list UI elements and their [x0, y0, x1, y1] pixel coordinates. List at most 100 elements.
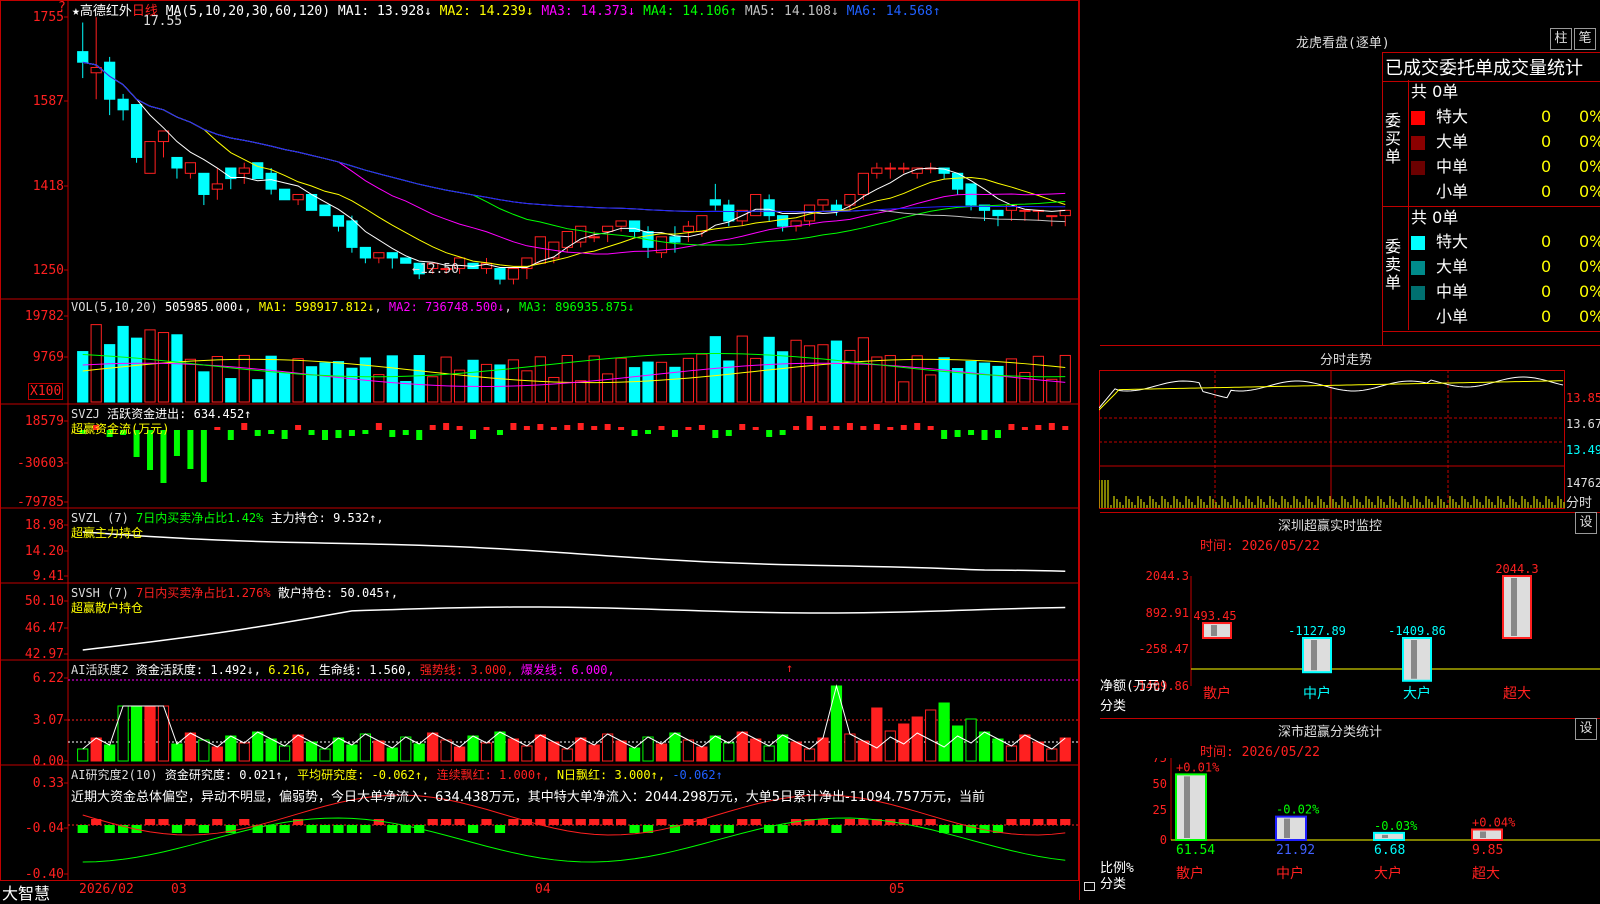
research-bar — [575, 819, 586, 825]
row-pct: 0% — [1579, 182, 1600, 201]
activity-bar — [777, 734, 789, 762]
candle-body — [696, 215, 708, 233]
svsh-label: SVSH (7) — [71, 586, 129, 600]
volume-bar — [790, 339, 802, 403]
line-mode-button[interactable]: 笔 — [1574, 28, 1596, 50]
candle-body — [77, 51, 89, 63]
research-bar — [1033, 819, 1044, 825]
intraday-tick-0: 13.85 — [1566, 391, 1600, 405]
research-bar — [239, 819, 250, 825]
research-bar — [737, 819, 748, 825]
class-value-label: 6.68 — [1374, 843, 1405, 858]
lhb-title: 龙虎看盘(逐单) — [1296, 36, 1390, 51]
fund-flow-bar — [483, 427, 490, 430]
research-bar — [723, 825, 734, 833]
fund-flow-bar — [389, 430, 396, 437]
candle-body — [279, 188, 291, 201]
activity-bar — [117, 705, 129, 762]
activity-bar — [857, 740, 869, 762]
activity-bar — [252, 731, 264, 762]
volume-bar — [507, 359, 520, 403]
row-name: 中单 — [1436, 157, 1469, 176]
color-swatch — [1411, 160, 1425, 175]
activity-bar — [588, 744, 600, 762]
fund-flow-bar — [496, 430, 503, 435]
stock-name: 高德红外 — [79, 4, 132, 19]
volume-bar — [925, 374, 937, 403]
vol-label: VOL(5,10,20) — [71, 300, 158, 314]
ai-research-label: AI研究度2(10) — [71, 768, 158, 782]
svzj-plot — [79, 416, 1069, 483]
class-change-label: +0.04% — [1472, 815, 1516, 829]
volume-bar — [615, 357, 627, 403]
activity-bar — [871, 707, 883, 762]
fund-flow-bar — [416, 430, 423, 440]
activity-bar — [507, 738, 520, 762]
intraday-vol-label: 分时 — [1566, 496, 1593, 511]
ai-active-v1: 资金活跃度: 1.492↓, — [135, 663, 261, 677]
y-tick: 3.07 — [33, 713, 64, 728]
row-value: 0 — [1541, 157, 1552, 176]
ai-active-plot — [68, 679, 1078, 762]
fund-flow-bar — [160, 430, 167, 483]
date-tick-2: 04 — [535, 882, 551, 897]
research-bar — [144, 819, 156, 825]
activity-bar — [925, 709, 937, 762]
volume-bar — [709, 336, 721, 403]
row-name: 特大 — [1436, 107, 1469, 126]
fund-flow-bar — [752, 427, 759, 430]
volume-bar — [90, 324, 102, 403]
candle-body — [884, 167, 896, 170]
candle-body — [319, 204, 331, 217]
candle-body — [534, 236, 546, 264]
chart-area[interactable]: 175515871418125019782976918579-30603-797… — [0, 0, 1080, 900]
help-icon[interactable]: ? — [58, 0, 66, 15]
volume-bar — [373, 374, 385, 403]
volume-bar — [211, 355, 223, 403]
research-bar — [104, 825, 115, 833]
activity-bar — [655, 743, 668, 762]
class-settings-button[interactable]: 设 — [1575, 718, 1597, 740]
activity-bar — [844, 733, 856, 762]
y-tick: 9769 — [33, 350, 64, 365]
volume-bar — [830, 340, 843, 403]
class-bar — [1373, 831, 1405, 841]
research-bar — [602, 819, 613, 825]
monitor-settings-button[interactable]: 设 — [1575, 512, 1597, 534]
svsh-pct: 7日内买卖净占比1.276% — [136, 586, 271, 600]
ai-research-v5: -0.062↑ — [672, 768, 723, 782]
fund-flow-bar — [429, 425, 436, 430]
candle-body — [763, 199, 775, 217]
volume-bar — [238, 354, 250, 403]
brand-logo[interactable]: 大智慧 — [2, 880, 50, 904]
vol-unit: X100 — [28, 383, 64, 400]
y-tick: 0.00 — [33, 754, 64, 769]
volume-bar — [77, 351, 89, 403]
fund-flow-bar — [241, 423, 248, 430]
y-tick: 6.22 — [33, 671, 64, 686]
research-bar — [346, 825, 358, 833]
activity-bar — [709, 735, 721, 762]
intraday-chart[interactable] — [1099, 370, 1600, 512]
fund-flow-bar — [322, 430, 328, 440]
date-tick-0: 2026/02 — [79, 882, 134, 897]
class-bar-shade — [1480, 831, 1486, 838]
y-axis-ticks: 175515871418125019782976918579-30603-797… — [17, 10, 68, 882]
row-name: 小单 — [1436, 307, 1469, 326]
activity-bar — [211, 746, 223, 762]
class-bar-shade — [1284, 818, 1290, 838]
candle-body — [117, 98, 129, 111]
bar-mode-button[interactable]: 柱 — [1550, 28, 1572, 50]
research-bar — [1019, 819, 1031, 825]
research-bar — [912, 819, 923, 825]
monitor-category: 散户 — [1203, 685, 1231, 702]
monitor-value-label: 493.45 — [1193, 609, 1236, 623]
class-chart[interactable]: 75 50 25 0 +0.01% 61.54 散户 -0.02% 21.92 中户 -0.03% 6… — [1099, 758, 1600, 900]
fund-flow-bar — [537, 424, 544, 430]
monitor-y-tick: 892.91 — [1146, 606, 1189, 620]
monitor-category: 超大 — [1503, 686, 1531, 702]
monitor-chart[interactable]: 2044.3 892.91 -258.47 -1409.86 493.45 散户 -1127… — [1099, 556, 1600, 718]
y-tick: 46.47 — [25, 621, 64, 636]
color-swatch — [1411, 311, 1425, 325]
main-holding-line — [82, 531, 1066, 572]
